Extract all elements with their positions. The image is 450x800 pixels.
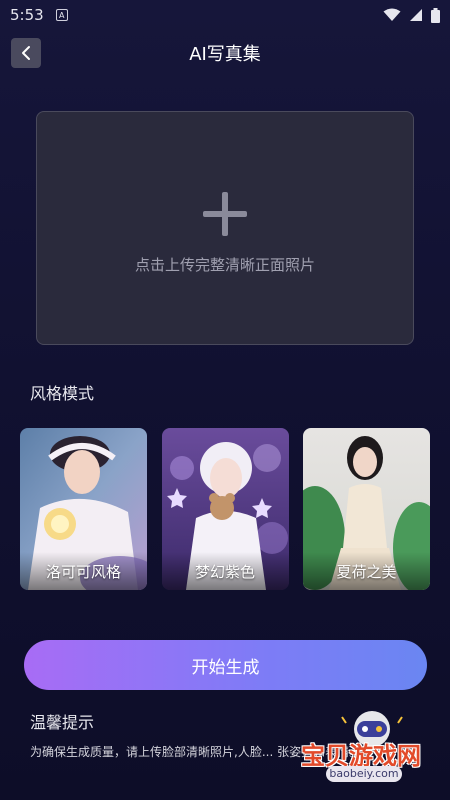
status-bar: 5:53 A xyxy=(0,0,450,30)
wifi-icon xyxy=(383,8,401,21)
page-title: AI写真集 xyxy=(189,44,261,65)
tips-title: 温馨提示 xyxy=(30,713,95,732)
battery-icon xyxy=(431,7,440,23)
header: AI写真集 xyxy=(0,36,450,70)
status-time: 5:53 xyxy=(10,6,44,24)
style-list: 洛可可风格 梦幻紫色 夏荷之美 xyxy=(20,428,430,590)
style-section-title: 风格模式 xyxy=(30,384,95,403)
style-card-rococo[interactable]: 洛可可风格 xyxy=(20,428,147,590)
style-label: 梦幻紫色 xyxy=(161,552,289,590)
signal-icon xyxy=(410,9,422,21)
plus-icon xyxy=(203,191,247,236)
back-button[interactable] xyxy=(11,38,41,68)
status-icons xyxy=(383,7,440,23)
style-card-dreamy-purple[interactable]: 梦幻紫色 xyxy=(161,428,289,590)
style-card-summer-lotus[interactable]: 夏荷之美 xyxy=(303,428,430,590)
upload-hint: 点击上传完整清晰正面照片 xyxy=(134,255,315,274)
start-generate-button[interactable]: 开始生成 xyxy=(24,640,427,690)
style-label: 夏荷之美 xyxy=(303,552,430,590)
style-label: 洛可可风格 xyxy=(20,552,147,590)
watermark-url: baobeiy.com xyxy=(326,766,402,782)
chevron-left-icon xyxy=(22,46,30,60)
upload-photo-area[interactable]: 点击上传完整清晰正面照片 xyxy=(36,111,414,345)
notification-icon: A xyxy=(55,9,68,21)
